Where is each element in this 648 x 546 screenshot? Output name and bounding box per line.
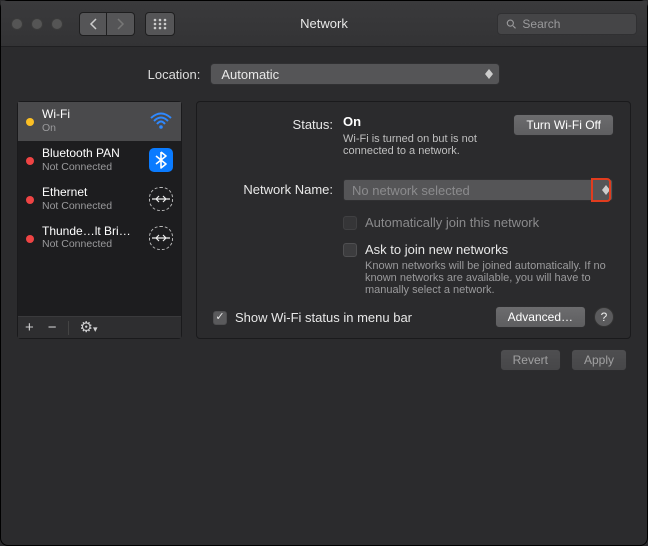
- auto-join-label: Automatically join this network: [365, 215, 539, 230]
- service-title: Ethernet: [42, 186, 112, 200]
- arrows-icon: [149, 187, 173, 211]
- location-value: Automatic: [221, 67, 279, 82]
- chevron-right-icon: [116, 18, 125, 30]
- menubar-status-checkbox[interactable]: ✓: [213, 311, 227, 325]
- location-label: Location:: [148, 67, 201, 82]
- chevron-down-icon: ▾: [93, 324, 98, 334]
- titlebar: Network: [1, 1, 647, 47]
- service-title: Bluetooth PAN: [42, 147, 120, 161]
- check-icon: ✓: [215, 312, 224, 323]
- network-name-label: Network Name:: [213, 179, 333, 197]
- status-dot-icon: [26, 196, 34, 204]
- close-window-icon[interactable]: [11, 18, 23, 30]
- service-title: Wi-Fi: [42, 108, 70, 122]
- services-sidebar: Wi-FiOnBluetooth PANNot ConnectedEtherne…: [17, 101, 182, 339]
- bt-icon: [149, 148, 173, 172]
- network-preferences-window: { "titlebar": { "title": "Network", "sea…: [0, 0, 648, 546]
- updown-stepper-icon: [485, 69, 493, 79]
- sidebar-item-bluetooth-pan[interactable]: Bluetooth PANNot Connected: [18, 141, 181, 180]
- chevron-left-icon: [89, 18, 98, 30]
- sidebar-toolbar: + − ⚙︎▾: [18, 316, 181, 338]
- status-row: Status: On Wi-Fi is turned on but is not…: [213, 114, 614, 157]
- add-service-button[interactable]: +: [22, 320, 37, 335]
- details-pane: Status: On Wi-Fi is turned on but is not…: [196, 101, 631, 339]
- sidebar-item-wi-fi[interactable]: Wi-FiOn: [18, 102, 181, 141]
- arrows-icon: [149, 226, 173, 250]
- menubar-status-row: ✓ Show Wi-Fi status in menu bar: [213, 310, 412, 325]
- search-input[interactable]: [522, 17, 628, 31]
- sidebar-item-thunde-lt-bridge[interactable]: Thunde…lt BridgeNot Connected: [18, 219, 181, 258]
- status-dot-icon: [26, 235, 34, 243]
- search-field[interactable]: [497, 13, 637, 35]
- auto-join-row: Automatically join this network: [343, 215, 614, 230]
- network-name-select[interactable]: No network selected: [343, 179, 613, 201]
- status-dot-icon: [26, 118, 34, 126]
- sidebar-item-ethernet[interactable]: EthernetNot Connected: [18, 180, 181, 219]
- search-icon: [506, 18, 516, 30]
- show-all-button[interactable]: [145, 12, 175, 36]
- service-subtitle: Not Connected: [42, 200, 112, 212]
- status-description: Wi-Fi is turned on but is not connected …: [343, 133, 503, 157]
- location-row: Location: Automatic: [1, 47, 647, 101]
- ask-join-row: Ask to join new networks Known networks …: [343, 242, 614, 296]
- service-title: Thunde…lt Bridge: [42, 225, 134, 239]
- status-dot-icon: [26, 157, 34, 165]
- minimize-window-icon[interactable]: [31, 18, 43, 30]
- service-subtitle: Not Connected: [42, 238, 134, 250]
- services-list[interactable]: Wi-FiOnBluetooth PANNot ConnectedEtherne…: [18, 102, 181, 316]
- zoom-window-icon[interactable]: [51, 18, 63, 30]
- network-name-row: Network Name: No network selected: [213, 179, 614, 201]
- network-name-placeholder: No network selected: [352, 183, 470, 198]
- grid-icon: [153, 18, 167, 30]
- advanced-button[interactable]: Advanced…: [495, 306, 586, 328]
- window-controls: [11, 18, 63, 30]
- service-subtitle: Not Connected: [42, 161, 120, 173]
- menubar-status-label: Show Wi-Fi status in menu bar: [235, 310, 412, 325]
- remove-service-button[interactable]: −: [45, 320, 60, 335]
- ask-join-description: Known networks will be joined automatica…: [365, 260, 614, 296]
- help-button[interactable]: ?: [594, 307, 614, 327]
- auto-join-checkbox: [343, 216, 357, 230]
- status-label: Status:: [213, 114, 333, 132]
- wifi-toggle-button[interactable]: Turn Wi-Fi Off: [513, 114, 614, 136]
- ask-join-checkbox[interactable]: [343, 243, 357, 257]
- network-name-stepper[interactable]: [592, 179, 610, 201]
- forward-button[interactable]: [107, 12, 135, 36]
- location-select[interactable]: Automatic: [210, 63, 500, 85]
- content-area: Wi-FiOnBluetooth PANNot ConnectedEtherne…: [1, 101, 647, 339]
- ask-join-label: Ask to join new networks: [365, 242, 614, 257]
- toolbar-divider: [68, 321, 69, 335]
- dialog-buttons: Revert Apply: [1, 339, 647, 383]
- wifi-icon: [149, 109, 173, 133]
- history-nav: [79, 12, 135, 36]
- status-value: On: [343, 114, 361, 129]
- revert-button[interactable]: Revert: [500, 349, 561, 371]
- service-actions-menu[interactable]: ⚙︎▾: [77, 320, 101, 335]
- updown-stepper-icon: [602, 185, 610, 195]
- apply-button[interactable]: Apply: [571, 349, 627, 371]
- service-subtitle: On: [42, 122, 70, 134]
- gear-icon: ⚙︎: [80, 319, 93, 336]
- back-button[interactable]: [79, 12, 107, 36]
- details-footer: ✓ Show Wi-Fi status in menu bar Advanced…: [213, 306, 614, 328]
